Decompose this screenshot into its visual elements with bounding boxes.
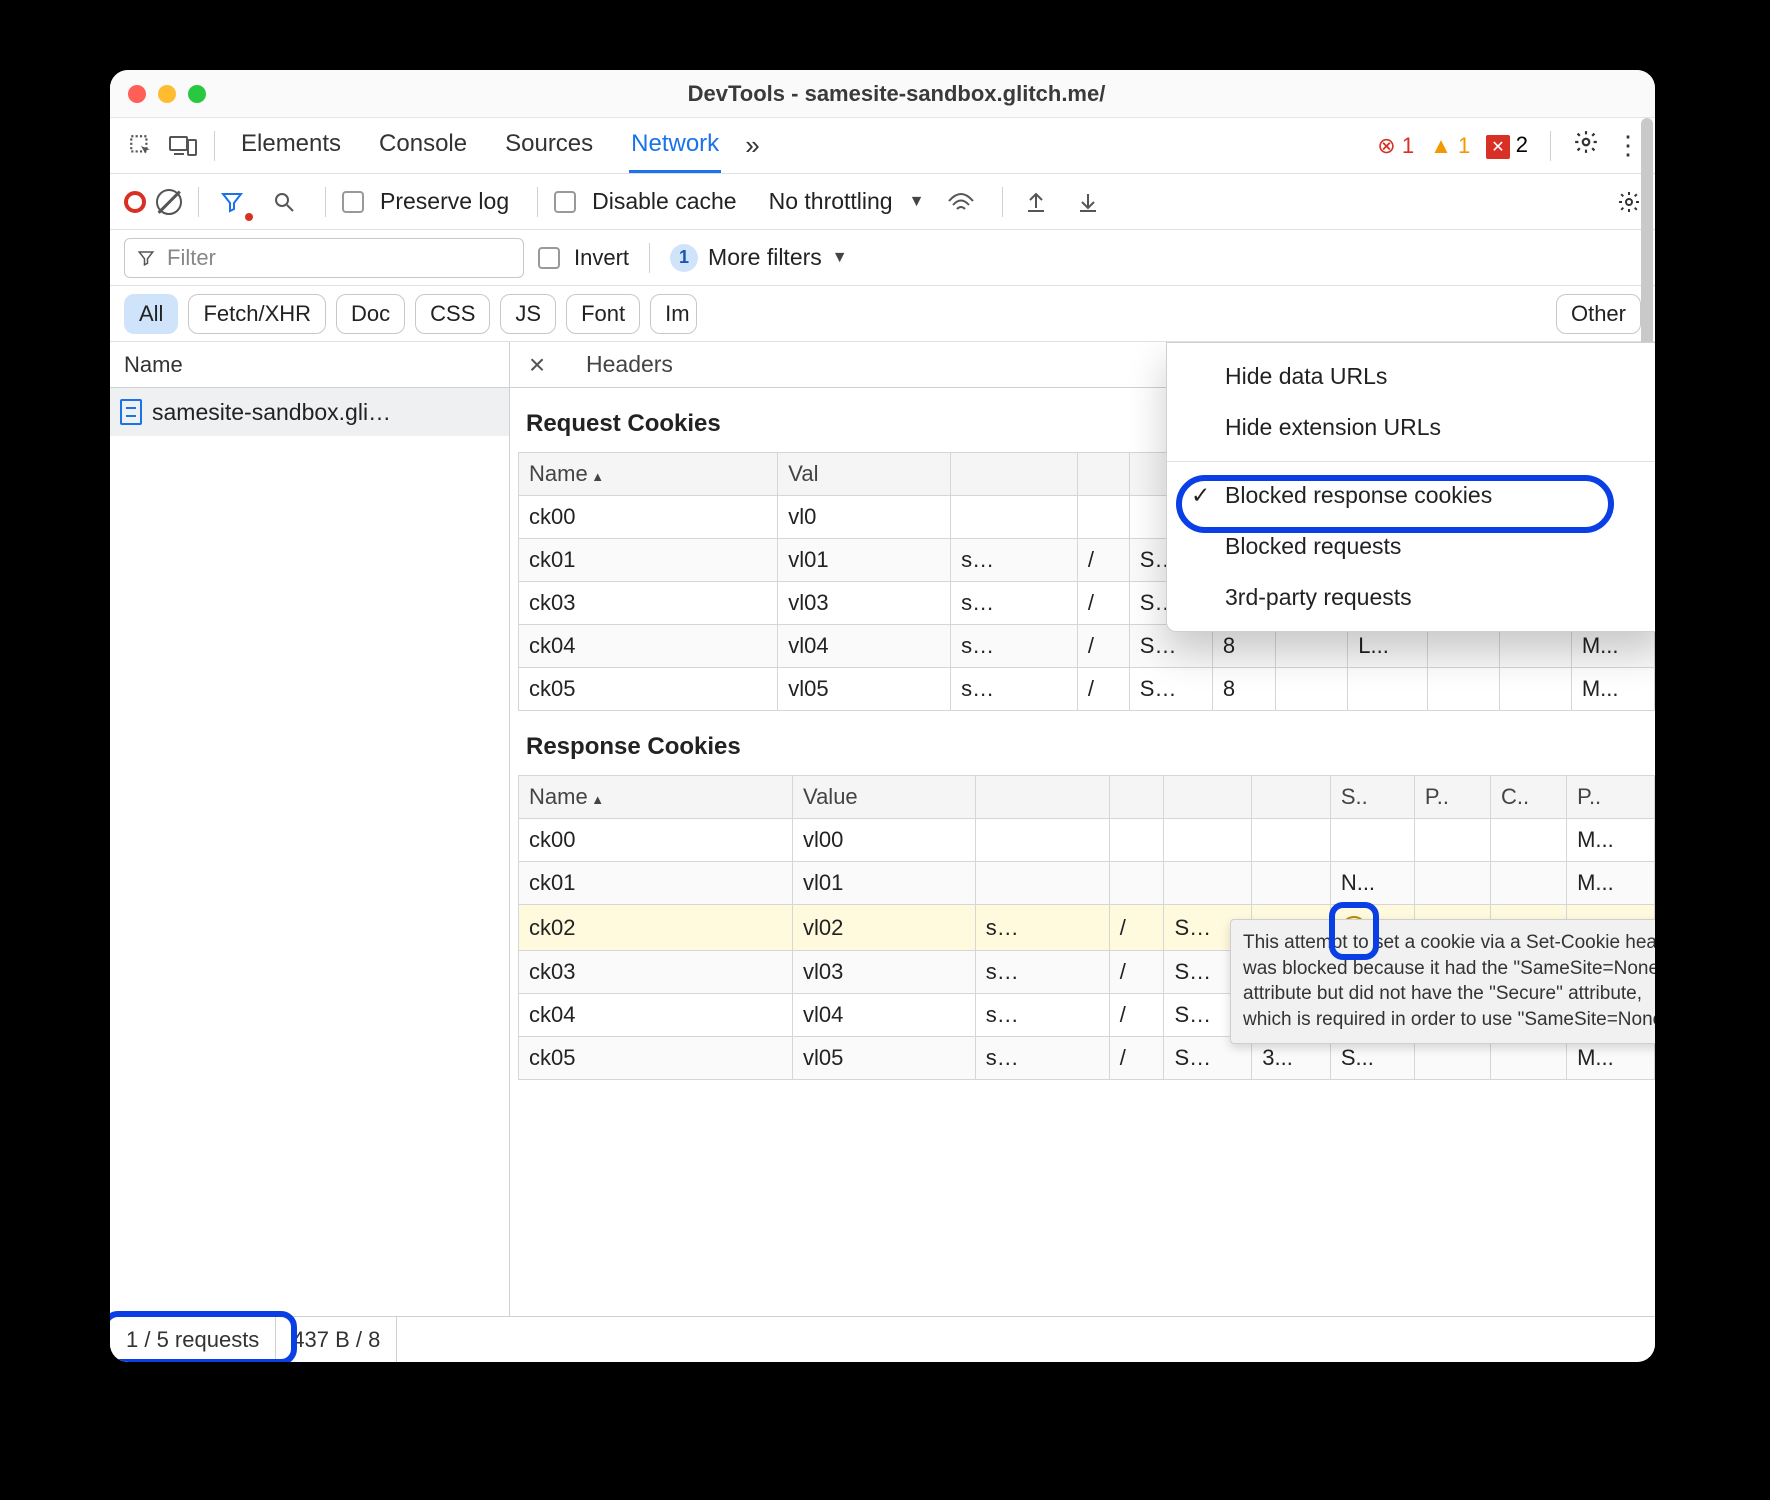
- caret-down-icon: ▼: [832, 249, 848, 267]
- panel-tabs: Elements Console Sources Network: [239, 118, 721, 173]
- titlebar: DevTools - samesite-sandbox.glitch.me/: [110, 70, 1655, 118]
- request-list: Name samesite-sandbox.gli…: [110, 342, 510, 1316]
- type-pill-fetch[interactable]: Fetch/XHR: [188, 294, 326, 334]
- request-row[interactable]: samesite-sandbox.gli…: [110, 388, 509, 436]
- requests-count: 1 / 5 requests: [110, 1317, 276, 1362]
- type-pill-all[interactable]: All: [124, 294, 178, 334]
- document-icon: [120, 399, 142, 425]
- filter-blocked-requests[interactable]: Blocked requests: [1167, 521, 1655, 572]
- close-icon[interactable]: [128, 85, 146, 103]
- type-pill-other[interactable]: Other: [1556, 294, 1641, 334]
- more-tabs-icon[interactable]: »: [745, 130, 759, 161]
- transferred-size: 437 B / 8: [276, 1317, 397, 1362]
- devtools-window: DevTools - samesite-sandbox.glitch.me/ E…: [110, 70, 1655, 1362]
- type-pill-img[interactable]: Im: [650, 294, 696, 334]
- warning-badge[interactable]: ▲ 1: [1430, 133, 1470, 159]
- funnel-icon: [137, 249, 155, 267]
- tab-console[interactable]: Console: [377, 118, 469, 173]
- download-har-icon[interactable]: [1071, 185, 1105, 219]
- tab-network[interactable]: Network: [629, 118, 721, 173]
- filter-blocked-response-cookies[interactable]: Blocked response cookies: [1167, 470, 1655, 521]
- table-row[interactable]: ck05vl05s…/S…8M...: [519, 668, 1655, 711]
- tab-sources[interactable]: Sources: [503, 118, 595, 173]
- filter-third-party[interactable]: 3rd-party requests: [1167, 572, 1655, 623]
- upload-har-icon[interactable]: [1019, 185, 1053, 219]
- throttling-select[interactable]: No throttling ▼: [759, 188, 935, 215]
- tab-elements[interactable]: Elements: [239, 118, 343, 173]
- th-name[interactable]: Name: [519, 776, 793, 819]
- device-toggle-icon[interactable]: [166, 129, 200, 163]
- extension-errors-badge[interactable]: ✕ 2: [1486, 132, 1528, 159]
- disable-cache-checkbox[interactable]: [554, 191, 576, 213]
- filter-row: Filter Invert 1 More filters ▼: [110, 230, 1655, 286]
- record-button[interactable]: [124, 191, 146, 213]
- type-pill-font[interactable]: Font: [566, 294, 640, 334]
- search-icon[interactable]: [267, 185, 301, 219]
- th-name[interactable]: Name: [519, 453, 778, 496]
- close-detail-icon[interactable]: ×: [510, 349, 564, 381]
- tab-headers[interactable]: Headers: [564, 342, 695, 387]
- inspect-icon[interactable]: [124, 129, 158, 163]
- filter-hide-extension-urls[interactable]: Hide extension URLs: [1167, 402, 1655, 453]
- more-filters-dropdown: Hide data URLs Hide extension URLs Block…: [1166, 342, 1655, 632]
- filter-toggle-icon[interactable]: [215, 185, 249, 219]
- network-settings-icon[interactable]: [1617, 190, 1641, 214]
- th-value[interactable]: Value: [793, 776, 976, 819]
- invert-checkbox[interactable]: Invert: [538, 245, 629, 271]
- clear-button[interactable]: [156, 189, 182, 215]
- table-row[interactable]: ck01vl01N...M...: [519, 862, 1655, 905]
- resource-type-filters: All Fetch/XHR Doc CSS JS Font Im Other: [110, 286, 1655, 342]
- network-conditions-icon[interactable]: [944, 185, 978, 219]
- caret-down-icon: ▼: [909, 193, 925, 211]
- window-title: DevTools - samesite-sandbox.glitch.me/: [156, 81, 1637, 107]
- more-filters-button[interactable]: 1 More filters ▼: [670, 244, 848, 272]
- settings-icon[interactable]: [1573, 129, 1599, 162]
- error-badge[interactable]: ⊗ 1: [1377, 133, 1414, 159]
- th-value[interactable]: Val: [778, 453, 951, 496]
- preserve-log-checkbox[interactable]: [342, 191, 364, 213]
- detail-pane: × Headers ming Cookies Request Cookies o…: [510, 342, 1655, 1316]
- kebab-menu-icon[interactable]: ⋮: [1615, 130, 1641, 161]
- response-cookies-title: Response Cookies: [510, 711, 1655, 775]
- type-pill-doc[interactable]: Doc: [336, 294, 405, 334]
- status-bar: 1 / 5 requests 437 B / 8: [110, 1316, 1655, 1362]
- name-column-header[interactable]: Name: [110, 342, 509, 388]
- table-row[interactable]: ck00vl00M...: [519, 819, 1655, 862]
- scrollbar[interactable]: [1641, 118, 1653, 378]
- more-filters-count: 1: [670, 244, 698, 272]
- network-toolbar: Preserve log Disable cache No throttling…: [110, 174, 1655, 230]
- type-pill-css[interactable]: CSS: [415, 294, 490, 334]
- filter-input[interactable]: Filter: [124, 238, 524, 278]
- type-pill-js[interactable]: JS: [500, 294, 556, 334]
- preserve-log-label: Preserve log: [380, 188, 509, 215]
- top-toolbar: Elements Console Sources Network » ⊗ 1 ▲…: [110, 118, 1655, 174]
- filter-hide-data-urls[interactable]: Hide data URLs: [1167, 351, 1655, 402]
- blocked-cookie-tooltip: This attempt to set a cookie via a Set-C…: [1230, 919, 1655, 1044]
- disable-cache-label: Disable cache: [592, 188, 736, 215]
